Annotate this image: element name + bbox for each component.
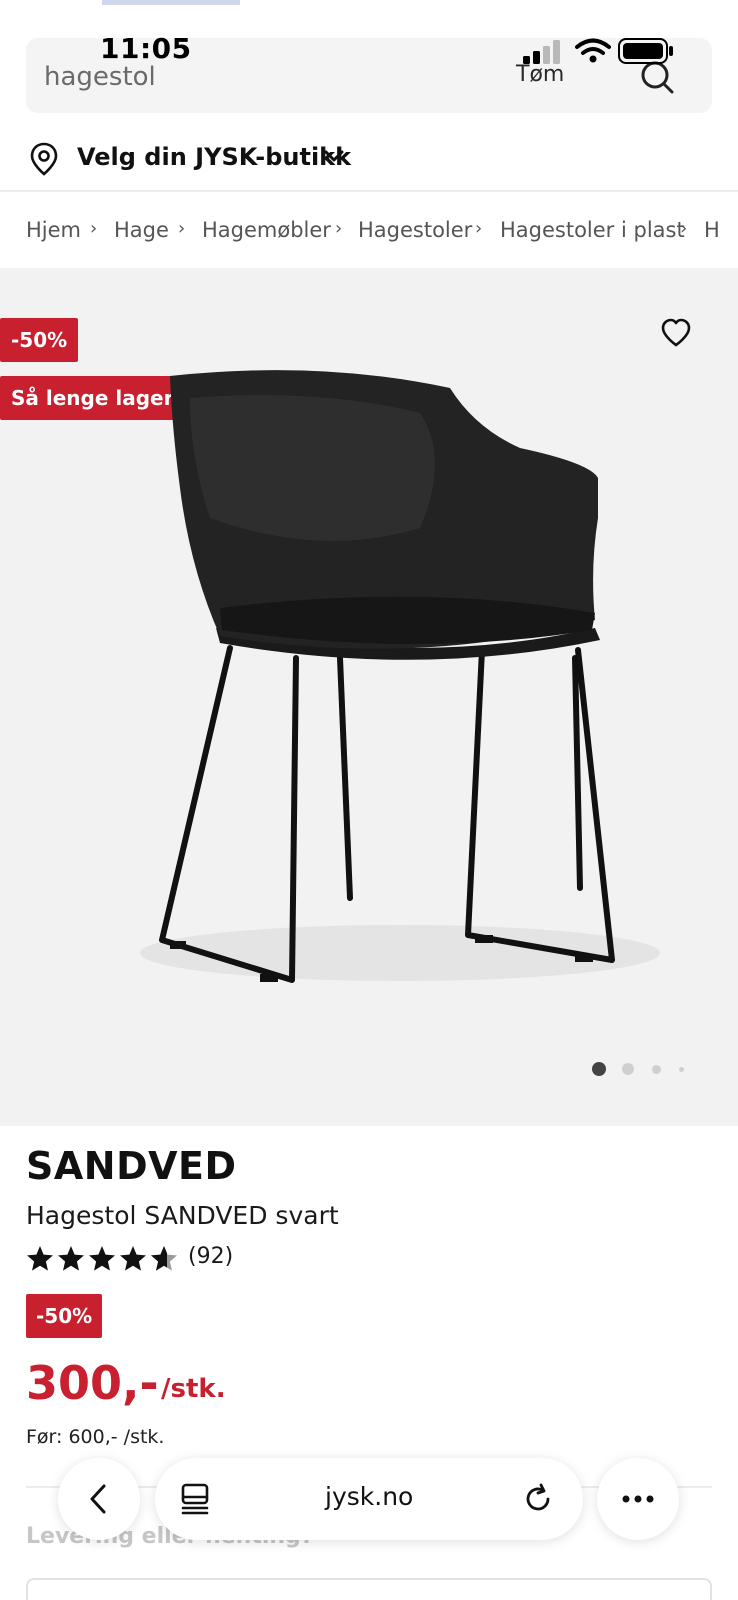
status-time: 11:05	[100, 32, 192, 65]
breadcrumb: Hjem › Hage › Hagemøbler › Hagestoler › …	[0, 192, 738, 268]
signal-icon	[523, 40, 563, 68]
breadcrumb-item-hage[interactable]: Hage	[114, 218, 169, 242]
delivery-option-box[interactable]	[26, 1578, 712, 1600]
review-count[interactable]: (92)	[188, 1244, 233, 1269]
product-brand: SANDVED	[26, 1144, 237, 1188]
product-gallery[interactable]: -50% Så lenge lageret rekker	[0, 268, 738, 1126]
back-button[interactable]	[58, 1458, 140, 1540]
pagination-dot[interactable]	[679, 1067, 684, 1072]
store-selector[interactable]: Velg din JYSK-butikk	[0, 130, 738, 192]
location-pin-icon	[30, 142, 58, 180]
breadcrumb-separator-icon: ›	[335, 218, 343, 239]
product-image	[120, 368, 660, 1008]
reload-icon[interactable]	[521, 1482, 555, 1520]
product-title: Hagestol SANDVED svart	[26, 1201, 339, 1230]
breadcrumb-separator-icon: ›	[178, 218, 186, 239]
breadcrumb-item-hagemobler[interactable]: Hagemøbler	[202, 218, 331, 242]
battery-icon	[618, 38, 674, 68]
breadcrumb-separator-icon: ›	[475, 218, 483, 239]
price: 300,-	[26, 1356, 159, 1410]
chevron-down-icon	[324, 148, 344, 167]
breadcrumb-item-hjem[interactable]: Hjem	[26, 218, 81, 242]
more-button[interactable]	[597, 1458, 679, 1540]
tabs-icon[interactable]	[180, 1482, 210, 1520]
url-text: jysk.no	[325, 1482, 414, 1511]
heart-icon[interactable]	[660, 318, 692, 352]
pagination-dot-active[interactable]	[592, 1062, 606, 1076]
breadcrumb-separator-icon: ›	[90, 218, 98, 239]
discount-badge: -50%	[0, 318, 79, 362]
price-unit: /stk.	[161, 1374, 226, 1404]
search-input[interactable]: hagestol	[44, 62, 156, 92]
top-strip	[102, 0, 240, 5]
discount-badge: -50%	[26, 1294, 103, 1338]
breadcrumb-item-truncated[interactable]: H	[704, 218, 720, 242]
old-price: Før: 600,- /stk.	[26, 1426, 165, 1448]
address-bar[interactable]: jysk.no	[155, 1458, 583, 1540]
more-icon	[622, 1495, 654, 1503]
breadcrumb-separator-icon: ›	[680, 218, 688, 239]
pagination-dot[interactable]	[652, 1065, 661, 1074]
breadcrumb-item-hagestoler[interactable]: Hagestoler	[358, 218, 472, 242]
wifi-icon	[575, 38, 611, 68]
browser-toolbar: jysk.no	[0, 1456, 738, 1556]
rating-stars[interactable]	[26, 1244, 178, 1278]
chevron-left-icon	[90, 1484, 106, 1514]
breadcrumb-item-hagestoler-plast[interactable]: Hagestoler i plast	[500, 218, 685, 242]
store-selector-label: Velg din JYSK-butikk	[77, 143, 352, 171]
pagination-dot[interactable]	[622, 1063, 634, 1075]
